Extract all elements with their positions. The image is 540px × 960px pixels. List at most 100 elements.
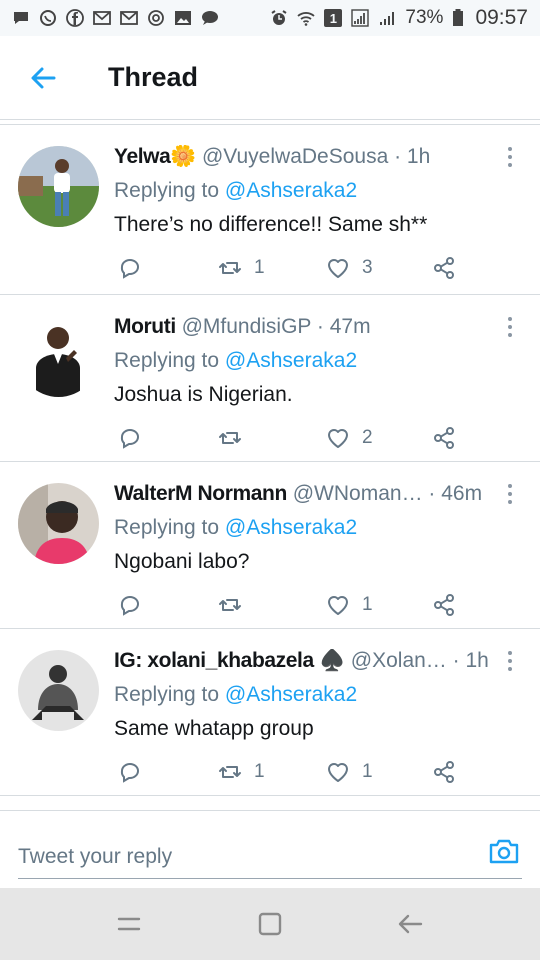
tweet-actions: 1: [114, 590, 474, 620]
retweet-icon: [219, 766, 241, 778]
clock: 09:57: [475, 6, 528, 29]
like-button[interactable]: 1: [326, 590, 373, 620]
avatar[interactable]: [18, 650, 99, 731]
tweet-actions: 2: [114, 423, 474, 453]
share-button[interactable]: [432, 423, 456, 453]
tweet-header: WalterM Normann @WNoman… · 46m: [114, 482, 496, 506]
tweet[interactable]: Yelwa🌼 @VuyelwaDeSousa · 1h Replying to …: [0, 124, 540, 295]
signal-icon: [378, 9, 396, 27]
tweet-text: Same whatapp group: [114, 717, 314, 740]
heart-icon: [328, 596, 348, 615]
retweet-count: 1: [254, 761, 265, 782]
system-back-button[interactable]: [391, 904, 431, 944]
mention-link[interactable]: @Ashseraka2: [225, 516, 357, 539]
system-icons: 1 73% 09:57: [270, 6, 528, 30]
replying-to-label: Replying to: [114, 516, 225, 539]
tweet[interactable]: WalterM Normann @WNoman… · 46m Replying …: [0, 462, 540, 629]
more-options-button[interactable]: [502, 145, 518, 169]
handle-time: @WNoman… · 46m: [286, 482, 483, 505]
reply-icon: [120, 429, 140, 449]
display-name[interactable]: Yelwa🌼: [114, 145, 197, 168]
replying-to: Replying to @Ashseraka2: [114, 349, 357, 373]
reply-icon: [120, 259, 140, 279]
like-count: 1: [362, 594, 373, 615]
reply-button[interactable]: [118, 757, 142, 787]
tweet-header: IG: xolani_khabazela ♠️ @Xolan… · 1h: [114, 649, 496, 673]
retweet-button[interactable]: 1: [218, 253, 265, 283]
camera-button[interactable]: [488, 835, 520, 867]
like-button[interactable]: 3: [326, 253, 373, 283]
app-bar: Thread: [0, 36, 540, 120]
camera-icon: [489, 839, 519, 864]
tweet-actions: 1 3: [114, 253, 474, 283]
whatsapp-icon: [39, 9, 57, 27]
like-button[interactable]: 1: [326, 757, 373, 787]
handle-time: @VuyelwaDeSousa · 1h: [196, 145, 431, 168]
share-button[interactable]: [432, 590, 456, 620]
tweet[interactable]: Moruti @MfundisiGP · 47m Replying to @As…: [0, 295, 540, 462]
more-options-button[interactable]: [502, 649, 518, 673]
avatar[interactable]: [18, 483, 99, 564]
retweet-button[interactable]: 1: [218, 757, 265, 787]
thread-list: Yelwa🌼 @VuyelwaDeSousa · 1h Replying to …: [0, 120, 540, 796]
replying-to: Replying to @Ashseraka2: [114, 516, 357, 540]
sim-icon: 1: [324, 9, 343, 27]
mention-link[interactable]: @Ashseraka2: [225, 179, 357, 202]
replying-to-label: Replying to: [114, 349, 225, 372]
home-icon: [258, 912, 282, 936]
reply-icon: [120, 596, 140, 616]
reply-composer: [0, 810, 540, 888]
retweet-button[interactable]: [218, 590, 254, 620]
tweet-header: Yelwa🌼 @VuyelwaDeSousa · 1h: [114, 145, 496, 169]
tweet-text: Joshua is Nigerian.: [114, 383, 293, 406]
mention-link[interactable]: @Ashseraka2: [225, 683, 357, 706]
share-icon: [434, 594, 454, 616]
replying-to: Replying to @Ashseraka2: [114, 683, 357, 707]
battery-percent: 73%: [405, 7, 444, 28]
back-button[interactable]: [0, 36, 86, 120]
display-name[interactable]: WalterM Normann: [114, 482, 287, 505]
avatar[interactable]: [18, 316, 99, 397]
email-icon: [147, 9, 165, 27]
home-button[interactable]: [250, 904, 290, 944]
reply-button[interactable]: [118, 253, 142, 283]
like-count: 3: [362, 257, 373, 278]
heart-icon: [328, 429, 348, 448]
chat-icon: [201, 9, 219, 27]
like-count: 2: [362, 427, 373, 448]
share-icon: [434, 257, 454, 279]
reply-input[interactable]: [18, 835, 522, 879]
alarm-icon: [270, 9, 288, 27]
like-button[interactable]: 2: [326, 423, 373, 453]
reply-button[interactable]: [118, 423, 142, 453]
gmail-icon: [93, 9, 111, 27]
chat-icon: [12, 9, 30, 27]
avatar[interactable]: [18, 146, 99, 227]
retweet-icon: [219, 432, 241, 444]
battery-icon: [452, 9, 464, 27]
tweet-actions: 1 1: [114, 757, 474, 787]
more-options-button[interactable]: [502, 315, 518, 339]
display-name[interactable]: Moruti: [114, 315, 176, 338]
heart-icon: [328, 763, 348, 782]
tweet-text: There’s no difference!! Same sh**: [114, 213, 428, 236]
wifi-icon: [297, 9, 316, 27]
share-button[interactable]: [432, 253, 456, 283]
retweet-button[interactable]: [218, 423, 254, 453]
recent-apps-button[interactable]: [109, 904, 149, 944]
mention-link[interactable]: @Ashseraka2: [225, 349, 357, 372]
retweet-icon: [219, 262, 241, 274]
status-bar: 1 73% 09:57: [0, 0, 540, 36]
recent-apps-icon: [117, 917, 140, 931]
system-nav-bar: [0, 888, 540, 960]
tweet-header: Moruti @MfundisiGP · 47m: [114, 315, 496, 339]
share-button[interactable]: [432, 757, 456, 787]
reply-button[interactable]: [118, 590, 142, 620]
replying-to: Replying to @Ashseraka2: [114, 179, 357, 203]
display-name[interactable]: IG: xolani_khabazela ♠️: [114, 649, 345, 672]
handle-time: @MfundisiGP · 47m: [175, 315, 371, 338]
more-options-button[interactable]: [502, 482, 518, 506]
retweet-count: 1: [254, 257, 265, 278]
replying-to-label: Replying to: [114, 179, 225, 202]
tweet[interactable]: IG: xolani_khabazela ♠️ @Xolan… · 1h Rep…: [0, 629, 540, 796]
